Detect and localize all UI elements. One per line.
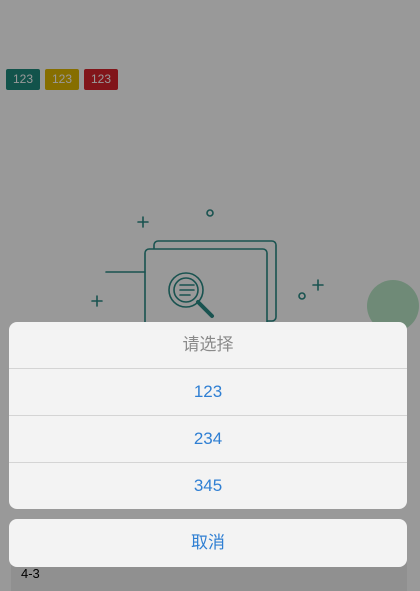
action-sheet: 请选择 123 234 345 取消: [9, 322, 407, 567]
action-sheet-title: 请选择: [9, 322, 407, 369]
action-sheet-options: 请选择 123 234 345: [9, 322, 407, 509]
action-option-234[interactable]: 234: [9, 416, 407, 463]
action-option-345[interactable]: 345: [9, 463, 407, 509]
cancel-button[interactable]: 取消: [9, 519, 407, 567]
action-option-123[interactable]: 123: [9, 369, 407, 416]
